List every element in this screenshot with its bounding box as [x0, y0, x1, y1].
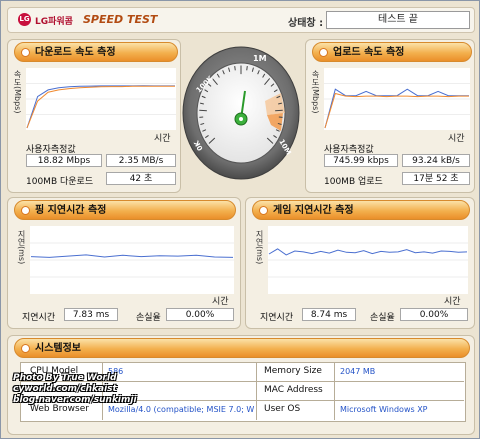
- ping-loss-label: 손실율: [136, 313, 161, 323]
- bullet-icon: [21, 206, 30, 215]
- user-os-label: User OS: [264, 404, 301, 414]
- ping-title: 핑 지연시간 측정: [35, 205, 107, 216]
- series-line-1: [26, 85, 175, 129]
- upload-kbps-value: 745.99 kbps: [324, 154, 398, 167]
- bullet-icon: [21, 48, 30, 57]
- gauge-tick: [199, 109, 207, 112]
- watermark-line: blog.naver.com/sunkimji: [13, 395, 137, 405]
- gauge-tick: [246, 65, 248, 71]
- gauge-tick: [275, 109, 283, 112]
- web-browser-value: Mozilla/4.0 (compatible; MSIE 7.0; Wind: [108, 405, 254, 414]
- game-latency-label: 지연시간: [260, 313, 294, 323]
- upload-time-value: 17분 52 초: [402, 172, 470, 185]
- ping-loss-value: 0.00%: [166, 308, 234, 321]
- memory-size-value: 2047 MB: [340, 367, 376, 376]
- download-mbs-value: 2.35 MB/s: [106, 154, 176, 167]
- gauge-dial: 100K 1M 10M 0K: [182, 46, 300, 180]
- download-time-label: 100MB 다운로드: [26, 177, 94, 187]
- ping-y-label: 지연(ms): [17, 230, 26, 265]
- bullet-icon: [259, 206, 268, 215]
- series-line-0: [30, 254, 234, 258]
- game-loss-value: 0.00%: [400, 308, 468, 321]
- gauge-label-1m: 1M: [253, 54, 267, 63]
- ping-latency-label: 지연시간: [22, 313, 56, 323]
- upload-title: 업로드 속도 측정: [333, 47, 405, 58]
- series-line-0: [268, 248, 468, 256]
- download-y-label: 속도(Mbps): [13, 70, 22, 114]
- ping-x-label: 시간: [212, 297, 229, 307]
- download-mbps-value: 18.82 Mbps: [26, 154, 102, 167]
- mac-address-label: MAC Address: [264, 385, 323, 395]
- upload-title-bar: 업로드 속도 측정: [312, 42, 472, 62]
- download-title: 다운로드 속도 측정: [35, 47, 116, 58]
- bullet-icon: [319, 48, 328, 57]
- ping-title-bar: 핑 지연시간 측정: [14, 200, 236, 220]
- speed-gauge: 100K 1M 10M 0K: [181, 41, 301, 191]
- series-line-0: [324, 88, 469, 129]
- memory-size-label: Memory Size: [264, 366, 322, 376]
- ping-latency-value: 7.83 ms: [64, 308, 118, 321]
- download-title-bar: 다운로드 속도 측정: [14, 42, 178, 62]
- download-time-value: 42 초: [106, 172, 176, 185]
- upload-chart: [324, 68, 470, 130]
- game-title-bar: 게임 지연시간 측정: [252, 200, 470, 220]
- system-title: 시스템정보: [35, 343, 81, 354]
- gauge-tick: [234, 65, 236, 71]
- status-field: 테스트 끝: [326, 11, 470, 29]
- lg-logo-icon: LG: [18, 13, 31, 26]
- ping-panel: 핑 지연시간 측정 지연(ms) 시간 지연시간 7.83 ms 손실율 0.0…: [7, 197, 241, 329]
- app-title: SPEED TEST: [83, 13, 158, 26]
- game-panel: 게임 지연시간 측정 지연(ms) 시간 지연시간 8.74 ms 손실율 0.…: [245, 197, 475, 329]
- upload-panel: 업로드 속도 측정 속도(Mbps) 시간 사용자측정값 745.99 kbps…: [305, 39, 475, 193]
- brand-name: LG파워콤: [35, 17, 73, 27]
- watermark-line: Photo By True World: [13, 373, 117, 383]
- download-panel: 다운로드 속도 측정 속도(Mbps) 시간 사용자측정값 18.82 Mbps…: [7, 39, 181, 193]
- game-x-label: 시간: [444, 297, 461, 307]
- upload-y-label: 속도(Mbps): [311, 70, 320, 114]
- upload-kbs-value: 93.24 kB/s: [402, 154, 470, 167]
- game-loss-label: 손실율: [370, 313, 395, 323]
- upload-time-label: 100MB 업로드: [324, 177, 383, 187]
- game-latency-value: 8.74 ms: [302, 308, 356, 321]
- game-title: 게임 지연시간 측정: [273, 205, 354, 216]
- col-divider: [256, 362, 257, 420]
- game-chart: [268, 226, 468, 294]
- upload-x-label: 시간: [448, 134, 465, 144]
- watermark-text: Photo By True World cyworld.com/chkaist …: [13, 373, 137, 406]
- col-divider: [334, 362, 335, 420]
- game-y-label: 지연(ms): [255, 230, 264, 265]
- speed-test-window: LG LG파워콤 SPEED TEST 상태창 : 테스트 끝 다운로드 속도 …: [0, 0, 480, 439]
- download-chart: [26, 68, 176, 130]
- watermark-line: cyworld.com/chkaist: [13, 384, 117, 394]
- system-title-bar: 시스템정보: [14, 338, 470, 358]
- status-label: 상태창 :: [288, 18, 324, 29]
- user-os-value: Microsoft Windows XP: [340, 405, 428, 414]
- ping-chart: [30, 226, 234, 294]
- header-bar: LG LG파워콤 SPEED TEST 상태창 : 테스트 끝: [7, 7, 475, 33]
- download-x-label: 시간: [154, 134, 171, 144]
- bullet-icon: [21, 344, 30, 353]
